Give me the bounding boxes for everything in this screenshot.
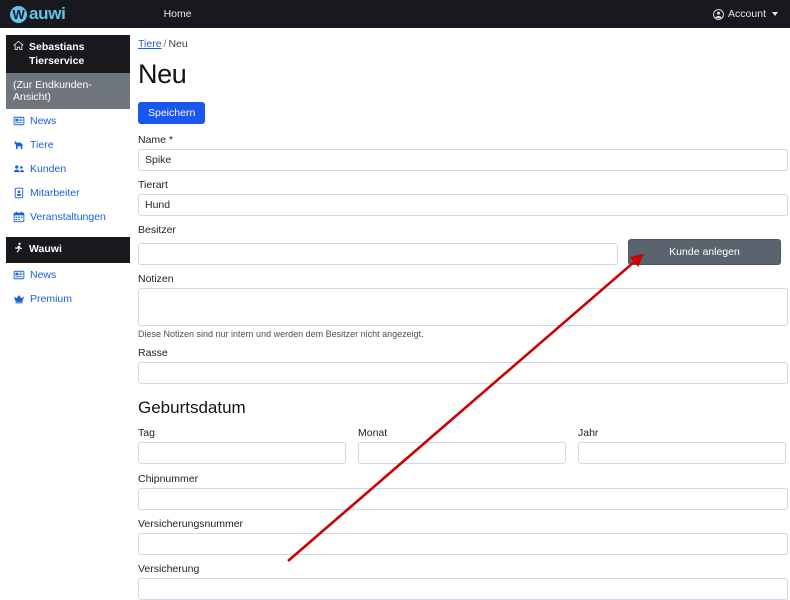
sidebar-item-label: Premium [30,293,72,305]
navbar-links: Home [164,8,192,20]
brand-text: auwi [29,4,66,24]
versicherungsnummer-input[interactable] [138,533,788,555]
breadcrumb-separator: / [164,38,167,50]
rasse-input[interactable] [138,362,788,384]
field-monat: Monat [358,427,566,464]
sidebar-item-label: Kunden [30,163,66,175]
sidebar-item-veranstaltungen[interactable]: Veranstaltungen [6,205,130,229]
field-jahr: Jahr [578,427,786,464]
page-title: Neu [138,59,788,90]
field-tag: Tag [138,427,346,464]
field-chipnummer-label: Chipnummer [138,473,788,485]
sidebar-item-label: Mitarbeiter [30,187,80,199]
field-name-label: Name * [138,134,788,146]
sidebar-item-label: News [30,115,56,127]
field-versicherungsnummer-label: Versicherungsnummer [138,518,788,530]
home-icon [13,40,24,55]
top-navbar: Wauwi Home Account [0,0,790,28]
field-rasse: Rasse [138,347,788,384]
account-menu[interactable]: Account [713,0,778,28]
field-besitzer-label: Besitzer [138,224,788,236]
field-notizen: Notizen Diese Notizen sind nur intern un… [138,273,788,339]
sidebar-divider [6,229,130,237]
running-person-icon [13,242,24,257]
sidebar-app-label: Wauwi [29,242,62,256]
calendar-icon [13,211,25,223]
sidebar-item-endkunden-ansicht[interactable]: (Zur Endkunden-Ansicht) [6,73,130,109]
sidebar-item-tiere[interactable]: Tiere [6,133,130,157]
field-monat-label: Monat [358,427,566,439]
sidebar-tenant-label: Sebastians Tierservice [29,40,123,68]
field-tag-label: Tag [138,427,346,439]
newspaper-icon [13,269,25,281]
field-besitzer: Besitzer Kunde anlegen [138,224,788,265]
user-circle-icon [713,9,724,20]
tag-input[interactable] [138,442,346,464]
dog-icon [13,139,25,151]
id-badge-icon [13,187,25,199]
sidebar-item-label: Tiere [30,139,54,151]
sidebar: Sebastians Tierservice (Zur Endkunden-An… [0,28,130,600]
account-label: Account [728,8,766,20]
field-versicherung-label: Versicherung [138,563,788,575]
notizen-help-text: Diese Notizen sind nur intern und werden… [138,329,788,339]
field-rasse-label: Rasse [138,347,788,359]
sidebar-item-news[interactable]: News [6,109,130,133]
sidebar-app-header: Wauwi [6,237,130,262]
field-versicherungsnummer: Versicherungsnummer [138,518,788,555]
sidebar-tenant-header: Sebastians Tierservice [6,35,130,73]
notizen-textarea[interactable] [138,288,788,326]
breadcrumb: Tiere/Neu [138,38,788,50]
jahr-input[interactable] [578,442,786,464]
field-tierart-label: Tierart [138,179,788,191]
versicherung-input[interactable] [138,578,788,600]
crown-icon [13,293,25,305]
field-tierart: Tierart [138,179,788,216]
newspaper-icon [13,115,25,127]
monat-input[interactable] [358,442,566,464]
sidebar-item-label: News [30,269,56,281]
field-notizen-label: Notizen [138,273,788,285]
geburtsdatum-row: Tag Monat Jahr [138,427,788,464]
field-jahr-label: Jahr [578,427,786,439]
chevron-down-icon [772,12,778,16]
name-input[interactable] [138,149,788,171]
field-versicherung: Versicherung [138,563,788,600]
kunde-anlegen-button[interactable]: Kunde anlegen [628,239,781,265]
sidebar-item-mitarbeiter[interactable]: Mitarbeiter [6,181,130,205]
field-chipnummer: Chipnummer [138,473,788,510]
breadcrumb-link-tiere[interactable]: Tiere [138,38,162,50]
brand-mark-icon: W [10,6,27,23]
sidebar-item-wauwi-news[interactable]: News [6,263,130,287]
sidebar-item-premium[interactable]: Premium [6,287,130,311]
sidebar-item-kunden[interactable]: Kunden [6,157,130,181]
besitzer-row: Kunde anlegen [138,239,788,265]
sidebar-item-label: Veranstaltungen [30,211,106,223]
geburtsdatum-section-title: Geburtsdatum [138,398,788,418]
page-layout: Sebastians Tierservice (Zur Endkunden-An… [0,28,790,600]
brand-logo[interactable]: Wauwi [10,4,66,24]
main-content: Tiere/Neu Neu Speichern Name * Tierart B… [130,28,790,600]
breadcrumb-current: Neu [168,38,187,50]
field-name: Name * [138,134,788,171]
besitzer-input[interactable] [138,243,618,265]
save-button-top[interactable]: Speichern [138,102,205,124]
users-icon [13,163,25,175]
tierart-input[interactable] [138,194,788,216]
nav-link-home[interactable]: Home [164,8,192,20]
chipnummer-input[interactable] [138,488,788,510]
